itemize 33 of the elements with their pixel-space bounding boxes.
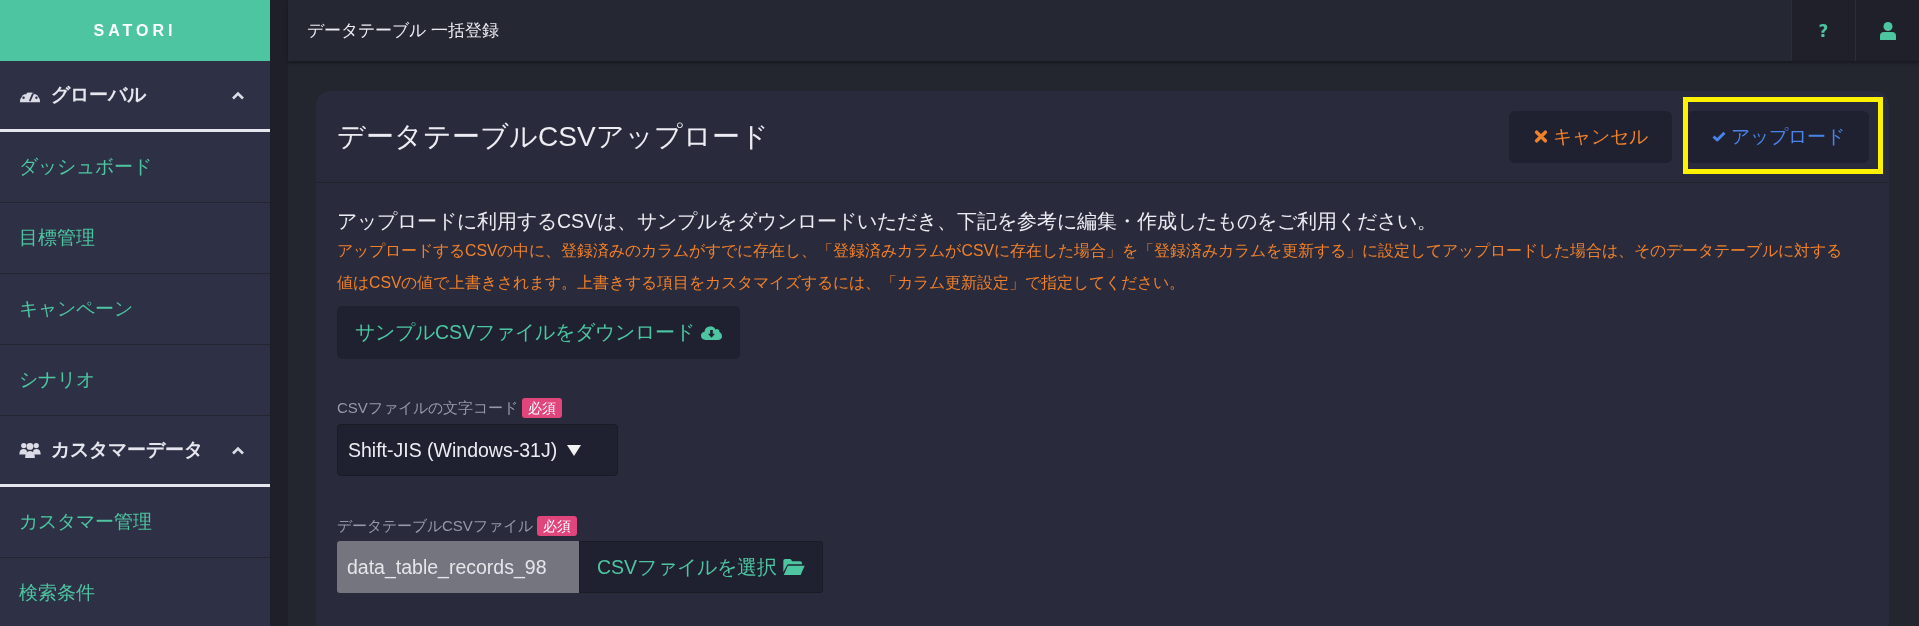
help-button[interactable]: ? [1791,0,1855,61]
user-button[interactable] [1855,0,1919,61]
cloud-download-icon [701,325,723,340]
sidebar-item[interactable]: ダッシュボード [0,132,270,203]
sidebar-item[interactable]: カスタマー管理 [0,487,270,558]
field-label: CSVファイルの文字コード [337,398,518,418]
chevron-up-icon [231,90,245,100]
sidebar-item[interactable]: キャンペーン [0,274,270,345]
choose-file-button[interactable]: CSVファイルを選択 [579,541,823,593]
close-icon [1533,130,1548,143]
page-title: データテーブル 一括登録 [306,20,499,42]
field-label: データテーブルCSVファイル [337,516,533,536]
chevron-up-icon [231,445,245,455]
user-icon [1879,21,1896,40]
intro-text: アップロードに利用するCSVは、サンプルをダウンロードいただき、下記を参考に編集・作成したものをご利用ください。 [337,209,1439,234]
sidebar-item[interactable]: 検索条件 [0,558,270,626]
cancel-button[interactable]: キャンセル [1509,110,1672,163]
file-name-field[interactable]: data_table_records_98 [337,541,579,593]
required-badge: 必須 [521,398,562,418]
sidebar-item[interactable]: シナリオ [0,345,270,416]
sidebar-section-header[interactable]: カスタマーデータ [0,416,270,487]
notice-text: アップロードするCSVの中に、登録済みのカラムがすでに存在し、「登録済みカラムがCSVに存在した場合」を「登録済みカラムを更新する」に設定してアップロードした場合は、そのデータテーブルに対する値はCSVの値で上書きされます。上書きする項目をカスタマイズするには、「カラム更新設定」で指定してください。 [337,241,1843,293]
folder-icon [783,559,806,575]
sidebar-section-header[interactable]: グローバル [0,61,270,132]
upload-button[interactable]: アップロード [1687,110,1869,163]
required-badge: 必須 [536,516,577,536]
card-title: データテーブルCSVアップロード [337,119,769,154]
users-icon [19,442,41,458]
caret-down-icon [567,444,582,456]
download-sample-button[interactable]: サンプルCSVファイルをダウンロード [337,306,741,359]
encoding-select[interactable]: Shift-JIS (Windows-31J) [337,424,618,476]
sidebar-item[interactable]: 目標管理 [0,203,270,274]
checkmark-icon [1711,130,1726,143]
